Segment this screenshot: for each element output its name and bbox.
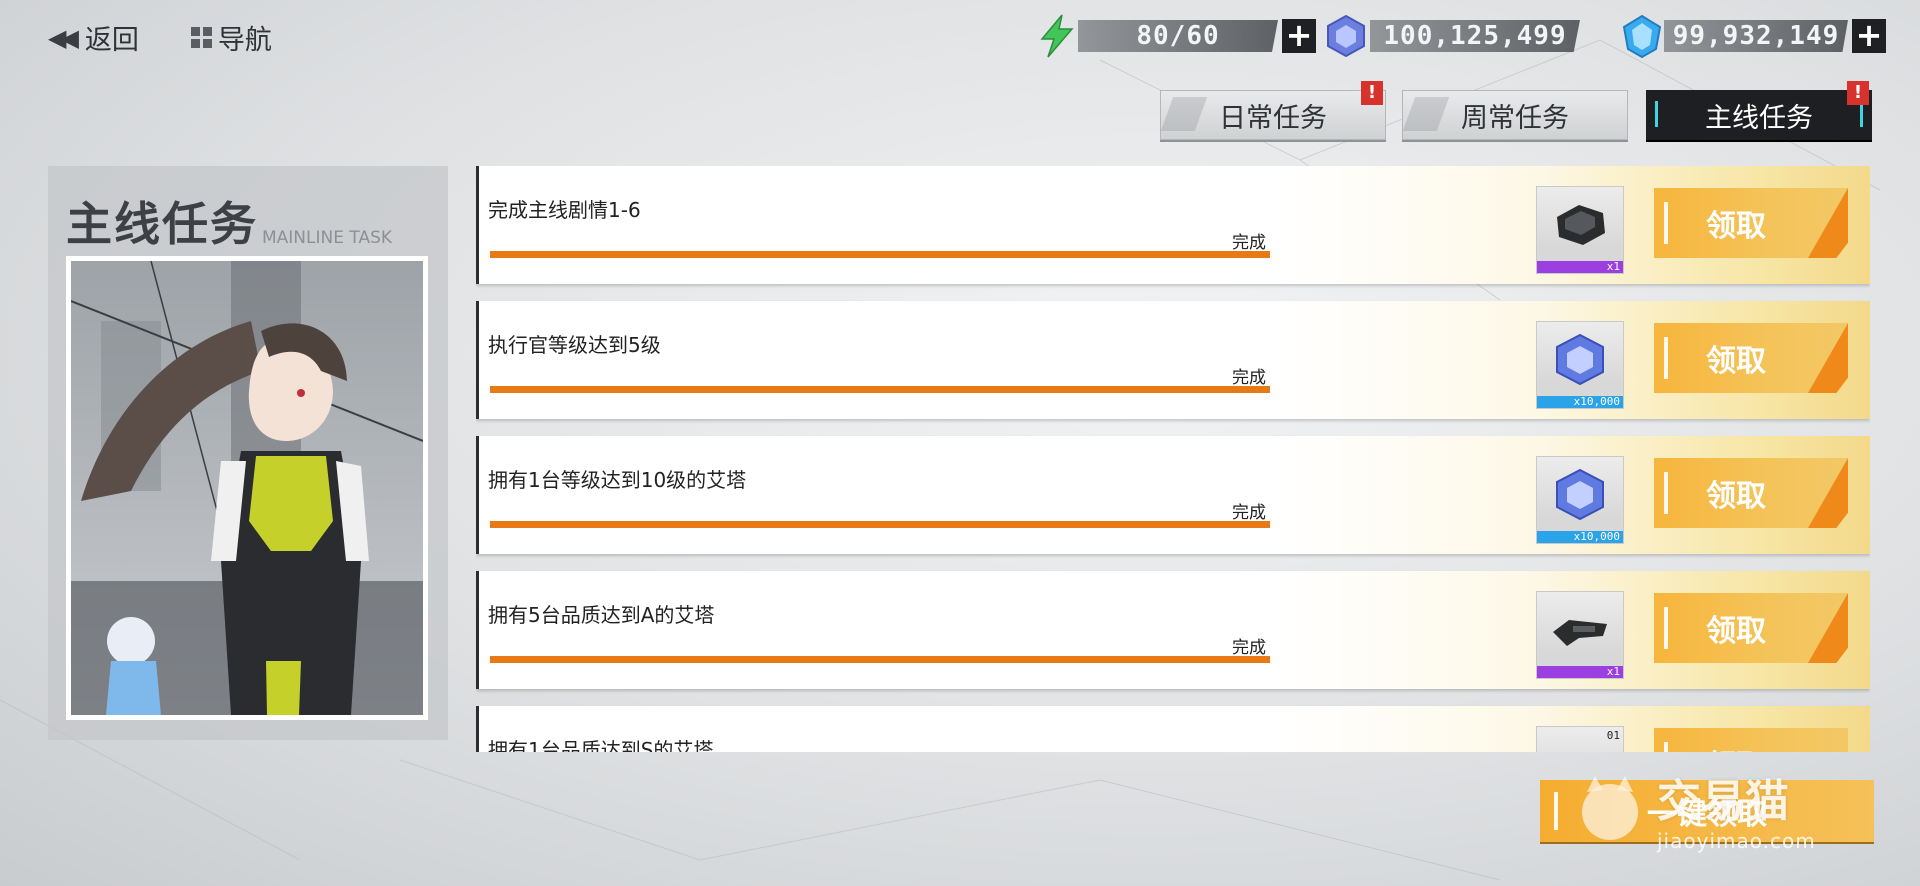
claim-button[interactable]: 领取 [1654, 323, 1848, 393]
tab-mainline[interactable]: 主线任务 ! [1646, 81, 1872, 140]
navigation-label: 导航 [217, 25, 272, 56]
task-name: 拥有1台等级达到10级的艾塔 [488, 468, 747, 492]
reward-qty: x1 [1606, 665, 1620, 678]
progress-fill [490, 386, 1270, 393]
cat-logo-icon [1582, 776, 1638, 840]
back-label: 返回 [84, 25, 139, 56]
reward-qty: x10,000 [1573, 530, 1620, 543]
task-list[interactable]: 完成主线剧情1-6 完成 x1 领取 执行官等级达到5级 完成 x10,000 … [476, 166, 1870, 752]
task-row: 拥有1台品质达到S的艾塔 01 领取 [476, 706, 1870, 752]
task-name: 拥有5台品质达到A的艾塔 [488, 603, 715, 627]
alert-badge: ! [1361, 81, 1383, 105]
claim-corner [1808, 593, 1848, 663]
task-row: 拥有5台品质达到A的艾塔 完成 x1 领取 [476, 571, 1870, 689]
progress-fill [490, 656, 1270, 663]
tab-mainline-label: 主线任务 [1705, 102, 1813, 134]
back-button[interactable]: ◀◀ 返回 [48, 18, 139, 57]
reward-qty: 01 [1606, 729, 1620, 742]
mainline-panel: 主线任务 MAINLINE TASK [48, 166, 448, 740]
weapon-part-icon [1549, 737, 1611, 752]
reward-item[interactable]: x10,000 [1536, 456, 1624, 544]
claim-label: 领取 [1706, 614, 1766, 649]
progress-fill [490, 251, 1270, 258]
crystal-icon [1327, 14, 1365, 58]
task-status: 完成 [1232, 368, 1266, 388]
tab-weekly-label: 周常任务 [1461, 102, 1569, 134]
gem-icon [1622, 14, 1662, 59]
task-progress-bar [490, 386, 1270, 393]
claim-label: 领取 [1706, 344, 1766, 379]
panel-title: 主线任务 MAINLINE TASK [66, 188, 392, 254]
watermark-en: jiaoyimao.com [1657, 829, 1816, 853]
claim-button[interactable]: 领取 [1654, 593, 1848, 663]
weapon-part-icon [1553, 620, 1607, 646]
tab-accent-left [1655, 101, 1658, 127]
task-row: 拥有1台等级达到10级的艾塔 完成 x10,000 领取 [476, 436, 1870, 554]
task-row: 执行官等级达到5级 完成 x10,000 领取 [476, 301, 1870, 419]
character-portrait [66, 256, 428, 720]
task-progress-bar [490, 251, 1270, 258]
claim-corner [1808, 323, 1848, 393]
watermark-cn: 交易猫 [1657, 776, 1789, 827]
stamina-resource: 80/60 + [1036, 14, 1316, 58]
crystal-icon [1556, 333, 1604, 386]
tab-daily-label: 日常任务 [1219, 102, 1327, 134]
panel-title-en: MAINLINE TASK [262, 228, 393, 248]
task-name: 拥有1台品质达到S的艾塔 [488, 738, 714, 752]
double-chevron-left-icon: ◀◀ [48, 23, 79, 52]
crystal-icon [1556, 468, 1604, 521]
task-row: 完成主线剧情1-6 完成 x1 领取 [476, 166, 1870, 284]
gem-value: 99,932,149 [1664, 20, 1848, 52]
reward-item[interactable]: x10,000 [1536, 321, 1624, 409]
stamina-value: 80/60 [1078, 20, 1278, 52]
claim-button[interactable]: 领取 [1654, 188, 1848, 258]
task-status: 完成 [1232, 638, 1266, 658]
claim-button[interactable]: 领取 [1654, 458, 1848, 528]
claim-label: 领取 [1706, 741, 1766, 752]
progress-fill [490, 521, 1270, 528]
panel-title-cn: 主线任务 [66, 197, 258, 251]
task-status: 完成 [1232, 233, 1266, 253]
alert-badge: ! [1847, 81, 1869, 105]
reward-item[interactable]: x1 [1536, 591, 1624, 679]
task-progress-bar [490, 521, 1270, 528]
claim-corner [1808, 458, 1848, 528]
grid-icon [190, 27, 212, 48]
add-gem-button[interactable]: + [1852, 19, 1886, 53]
watermark: 交易猫 jiaoyimao.com [1575, 765, 1816, 853]
crystal-resource: 100,125,499 [1322, 14, 1580, 58]
reward-qty: x10,000 [1573, 395, 1620, 408]
gem-resource: 99,932,149 + [1620, 14, 1886, 59]
task-status: 完成 [1232, 503, 1266, 523]
claim-label: 领取 [1706, 479, 1766, 514]
reward-qty: x1 [1606, 260, 1620, 273]
claim-button[interactable]: 领取 [1654, 728, 1848, 752]
claim-corner [1808, 188, 1848, 258]
tab-weekly[interactable]: 周常任务 [1402, 90, 1628, 140]
top-nav: ◀◀ 返回 导航 [48, 18, 272, 57]
navigation-button[interactable]: 导航 [190, 18, 272, 57]
task-name: 执行官等级达到5级 [488, 333, 661, 357]
reward-item[interactable]: x1 [1536, 186, 1624, 274]
lightning-icon [1040, 14, 1074, 58]
armor-part-icon [1557, 205, 1605, 245]
character-illustration [71, 261, 423, 715]
crystal-value: 100,125,499 [1370, 20, 1580, 52]
add-stamina-button[interactable]: + [1282, 19, 1316, 53]
task-name: 完成主线剧情1-6 [488, 198, 641, 222]
tab-daily[interactable]: 日常任务 ! [1160, 81, 1386, 140]
reward-item[interactable]: 01 [1536, 726, 1624, 752]
task-progress-bar [490, 656, 1270, 663]
claim-label: 领取 [1706, 209, 1766, 244]
